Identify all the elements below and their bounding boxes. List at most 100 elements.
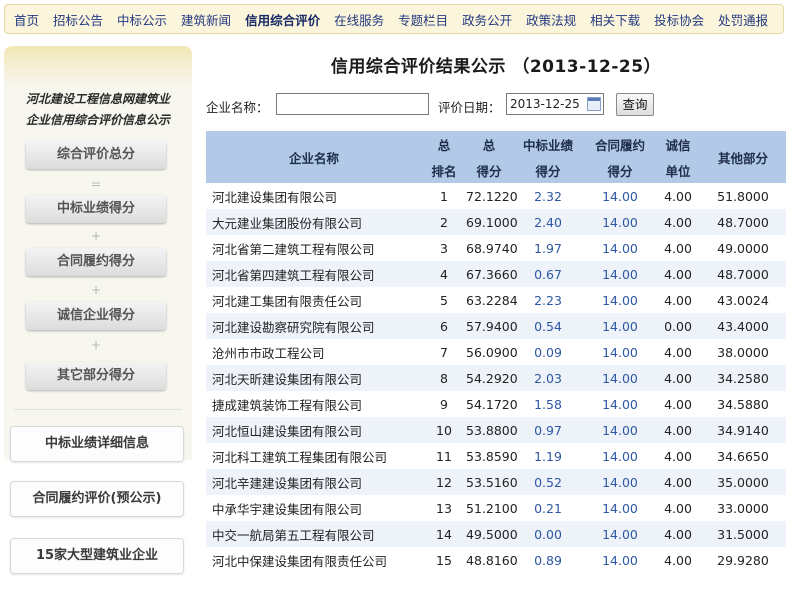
table-row[interactable]: 河北省第四建筑工程有限公司 4 67.3660 0.67 14.00 4.00 48.700… [206, 261, 786, 287]
plus-sign: + [90, 229, 102, 243]
sidebar: 河北建设工程信息网建筑业 企业信用综合评价信息公示 综合评价总分 = 中标业绩得… [4, 46, 192, 604]
contract-score-cell: 14.00 [602, 240, 638, 256]
other-score-cell: 35.0000 [700, 469, 786, 495]
nav-item[interactable]: 政务公开 [462, 10, 512, 29]
total-score-cell: 51.2100 [466, 500, 518, 516]
company-name-cell[interactable]: 河北辛建建设集团有限公司 [206, 469, 422, 495]
total-score-cell: 53.8800 [466, 417, 518, 443]
rank-cell: 2 [422, 209, 466, 235]
rank-cell: 8 [422, 365, 466, 391]
total-score-cell: 53.8590 [466, 448, 518, 464]
sidebar-divider [14, 409, 182, 410]
total-score-cell: 68.9740 [466, 240, 518, 256]
total-score-cell: 49.5000 [466, 521, 518, 547]
company-name-cell[interactable]: 河北建设集团有限公司 [206, 183, 422, 209]
nav-item[interactable]: 招标公告 [53, 10, 103, 29]
large-enterprises-link[interactable]: 15家大型建筑业企业 [10, 538, 184, 574]
nav-item[interactable]: 首页 [14, 10, 39, 29]
integrity-score-cell: 4.00 [656, 521, 700, 547]
integrity-score-cell: 4.00 [664, 448, 692, 464]
nav-item[interactable]: 政策法规 [526, 10, 576, 29]
nav-item[interactable]: 中标公示 [117, 10, 167, 29]
other-score-cell: 34.9140 [700, 417, 786, 443]
table-row[interactable]: 河北恒山建设集团有限公司 10 53.8800 0.97 14.00 4.00 34.914… [206, 417, 786, 443]
table-row[interactable]: 河北省第二建筑工程有限公司 3 68.9740 1.97 14.00 4.00 49.000… [206, 235, 786, 261]
table-row[interactable]: 河北建工集团有限责任公司 5 63.2284 2.23 14.00 4.00 43.0024 [206, 287, 786, 313]
sidebar-title-line1: 河北建设工程信息网建筑业 [25, 92, 170, 106]
table-row[interactable]: 捷成建筑装饰工程有限公司 9 54.1720 1.58 14.00 4.00 34.5880 [206, 391, 786, 417]
contract-score-cell: 14.00 [602, 500, 638, 516]
bid-score-cell: 1.19 [534, 448, 562, 464]
other-score-cell: 48.7000 [700, 261, 786, 287]
table-row[interactable]: 河北建设集团有限公司 1 72.1220 2.32 14.00 4.00 51.8000 [206, 183, 786, 209]
header-integrity-top: 诚信 [656, 131, 700, 157]
nav-item[interactable]: 相关下载 [590, 10, 640, 29]
nav-item[interactable]: 在线服务 [334, 10, 384, 29]
integrity-score-cell: 4.00 [664, 344, 692, 360]
company-name-cell[interactable]: 河北建设勘察研究院有限公司 [206, 313, 422, 339]
sidebar-header-band [4, 46, 192, 86]
bid-score-cell: 0.67 [512, 261, 584, 287]
header-contract-top: 合同履约 [584, 131, 656, 157]
other-score-button[interactable]: 其它部分得分 [26, 362, 166, 390]
other-score-cell: 34.2580 [700, 365, 786, 391]
company-name-input[interactable] [276, 93, 429, 115]
total-score-cell: 67.3660 [466, 261, 518, 287]
results-table: 企业名称 总 总 中标业绩 合同履约 诚信 其他部分 排名 得分 得分 得分 单… [206, 131, 786, 573]
integrity-score-cell: 4.00 [656, 469, 700, 495]
nav-item[interactable]: 信用综合评价 [245, 10, 320, 29]
sidebar-title-line2: 企业信用综合评价信息公示 [25, 113, 170, 127]
company-name-cell[interactable]: 大元建业集团股份有限公司 [206, 209, 422, 235]
bid-score-cell: 0.09 [534, 344, 562, 360]
company-name-cell[interactable]: 河北省第四建筑工程有限公司 [206, 261, 422, 287]
company-name-cell[interactable]: 河北天昕建设集团有限公司 [206, 365, 422, 391]
contract-score-cell: 14.00 [602, 448, 638, 464]
company-name-cell[interactable]: 河北省第二建筑工程有限公司 [206, 235, 422, 261]
company-name-cell[interactable]: 中交一航局第五工程有限公司 [206, 521, 422, 547]
company-name-cell[interactable]: 河北恒山建设集团有限公司 [206, 417, 422, 443]
bid-score-cell: 2.32 [534, 188, 562, 204]
nav-item[interactable]: 建筑新闻 [181, 10, 231, 29]
bid-score-cell: 0.52 [512, 469, 584, 495]
header-total-top: 总 [466, 131, 512, 157]
other-score-cell: 38.0000 [717, 344, 769, 360]
table-row[interactable]: 河北科工建筑工程集团有限公司 11 53.8590 1.19 14.00 4.00 34.6… [206, 443, 786, 469]
contract-score-cell: 14.00 [602, 552, 638, 568]
equals-sign: = [90, 177, 102, 191]
plus-sign: + [90, 338, 102, 352]
table-row[interactable]: 河北天昕建设集团有限公司 8 54.2920 2.03 14.00 4.00 34.2580 [206, 365, 786, 391]
contract-score-button[interactable]: 合同履约得分 [26, 248, 166, 276]
company-name-cell[interactable]: 河北中保建设集团有限责任公司 [206, 547, 422, 573]
company-name-cell[interactable]: 沧州市市政工程公司 [206, 339, 422, 365]
sidebar-title: 河北建设工程信息网建筑业 企业信用综合评价信息公示 [4, 89, 192, 131]
company-name-cell[interactable]: 中承华宇建设集团有限公司 [206, 495, 422, 521]
nav-item[interactable]: 专题栏目 [398, 10, 448, 29]
bid-detail-link[interactable]: 中标业绩详细信息 [10, 426, 184, 462]
integrity-score-button[interactable]: 诚信企业得分 [26, 302, 166, 330]
table-row[interactable]: 大元建业集团股份有限公司 2 69.1000 2.40 14.00 4.00 48.7000 [206, 209, 786, 235]
table-row[interactable]: 河北建设勘察研究院有限公司 6 57.9400 0.54 14.00 0.00 43.400… [206, 313, 786, 339]
table-row[interactable]: 中承华宇建设集团有限公司 13 51.2100 0.21 14.00 4.00 33.000… [206, 495, 786, 521]
company-name-cell[interactable]: 河北科工建筑工程集团有限公司 [206, 443, 422, 469]
table-row[interactable]: 河北中保建设集团有限责任公司 15 48.8160 0.89 14.00 4.00 29.9… [206, 547, 786, 573]
bid-score-cell: 0.00 [512, 521, 584, 547]
total-score-button[interactable]: 综合评价总分 [26, 141, 166, 169]
contract-evaluation-link[interactable]: 合同履约评价(预公示) [10, 481, 184, 517]
query-button[interactable]: 查询 [616, 93, 654, 116]
table-row[interactable]: 沧州市市政工程公司 7 56.0900 0.09 14.00 4.00 38.0000 [206, 339, 786, 365]
company-name-cell[interactable]: 捷成建筑装饰工程有限公司 [206, 391, 422, 417]
company-name-cell[interactable]: 河北建工集团有限责任公司 [206, 287, 422, 313]
evaluation-date-field[interactable]: 2013-12-25 [506, 93, 604, 115]
contract-score-cell: 14.00 [584, 469, 656, 495]
bid-score-button[interactable]: 中标业绩得分 [26, 195, 166, 223]
table-row[interactable]: 中交一航局第五工程有限公司 14 49.5000 0.00 14.00 4.00 31.50… [206, 521, 786, 547]
rank-cell: 10 [422, 417, 466, 443]
table-row[interactable]: 河北辛建建设集团有限公司 12 53.5160 0.52 14.00 4.00 35.000… [206, 469, 786, 495]
nav-item[interactable]: 投标协会 [654, 10, 704, 29]
integrity-score-cell: 4.00 [656, 209, 700, 235]
integrity-score-cell: 4.00 [656, 365, 700, 391]
contract-score-cell: 14.00 [584, 313, 656, 339]
nav-item[interactable]: 处罚通报 [718, 10, 768, 29]
total-score-cell: 57.9400 [466, 313, 518, 339]
calendar-icon[interactable] [587, 97, 601, 111]
